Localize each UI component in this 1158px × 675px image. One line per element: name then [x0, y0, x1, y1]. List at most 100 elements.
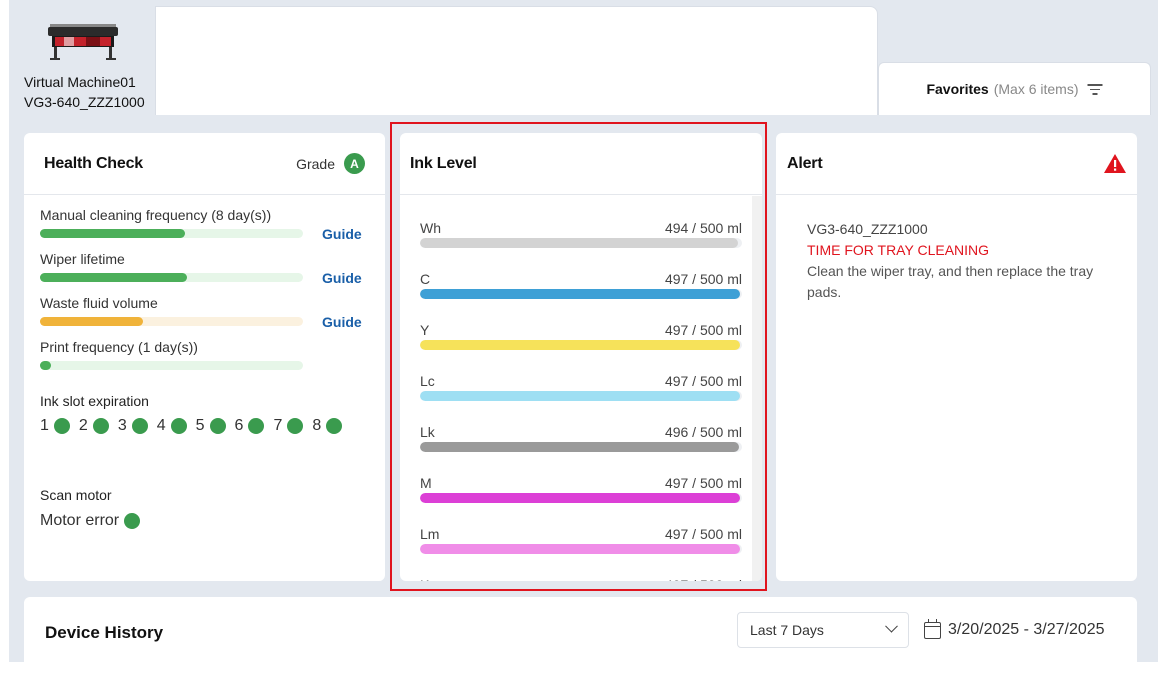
- grade: Grade A: [296, 153, 365, 174]
- health-check-title: Health Check: [44, 154, 143, 172]
- ink-name: M: [420, 475, 432, 491]
- top-panel: [155, 6, 878, 115]
- ink-bar-fill: [420, 289, 741, 299]
- health-metric: Waste fluid volume Guide: [40, 295, 385, 339]
- ink-bar-fill: [420, 391, 741, 401]
- printer-image: [48, 24, 118, 60]
- motor-status-dot: [124, 513, 141, 529]
- ink-list-scrollbar[interactable]: [752, 196, 762, 581]
- ink-slot-number: 8: [312, 417, 322, 434]
- health-metric-fill: [40, 361, 51, 370]
- calendar-icon: [924, 618, 941, 639]
- ink-slot-dot: [248, 418, 265, 434]
- ink-slot-dot: [326, 418, 343, 434]
- ink-name: Lc: [420, 373, 435, 389]
- health-check-header: Health Check Grade A: [24, 133, 385, 195]
- health-metric-label: Print frequency (1 day(s)): [40, 339, 198, 355]
- ink-bar-fill: [420, 493, 741, 503]
- ink-slot-number: 5: [195, 417, 205, 434]
- guide-link[interactable]: Guide: [322, 226, 362, 242]
- machine-tab[interactable]: Virtual Machine01 VG3-640_ZZZ1000: [9, 6, 155, 115]
- health-metric-track: [40, 273, 303, 282]
- ink-bar-track: [420, 544, 742, 554]
- guide-link[interactable]: Guide: [322, 270, 362, 286]
- ink-slot: 3: [118, 417, 148, 435]
- page-bottom: [0, 662, 1158, 675]
- warning-icon: [1104, 154, 1126, 173]
- guide-link[interactable]: Guide: [322, 314, 362, 330]
- date-range-picker[interactable]: 3/20/2025 - 3/27/2025: [924, 618, 1105, 639]
- ink-row: Lk 496 / 500 ml: [420, 418, 752, 469]
- filter-icon-line: [1089, 88, 1100, 91]
- ink-bar-track: [420, 340, 742, 350]
- health-metric-fill: [40, 229, 185, 238]
- health-metric-fill: [40, 317, 143, 326]
- health-metric-fill: [40, 273, 188, 282]
- ink-name: Y: [420, 322, 430, 338]
- scan-motor-section: Scan motor Motor error: [40, 487, 385, 530]
- health-check-body: Manual cleaning frequency (8 day(s)) Guid…: [24, 195, 385, 530]
- ink-slot-dot: [209, 418, 226, 434]
- motor-status: Motor error: [40, 512, 385, 530]
- ink-row: Lm 497 / 500 ml: [420, 520, 752, 571]
- health-metric-track: [40, 317, 303, 326]
- scan-motor-label: Scan motor: [40, 487, 112, 503]
- filter-icon-line: [1087, 84, 1103, 86]
- health-metric-label: Manual cleaning frequency (8 day(s)): [40, 207, 272, 223]
- machine-name-line2: VG3-640_ZZZ1000: [24, 94, 145, 110]
- ink-row: K 497 / 500 ml: [420, 571, 752, 581]
- alert-title: Alert: [787, 154, 823, 172]
- ink-level-card: Ink Level Wh 494 / 500 ml C 497 / 500 ml Y 49…: [400, 133, 762, 581]
- ink-slot-number: 1: [40, 417, 49, 434]
- ink-bar-fill: [420, 238, 739, 248]
- favorites-tab[interactable]: Favorites (Max 6 items): [878, 62, 1151, 115]
- health-metric: Manual cleaning frequency (8 day(s)) Guid…: [40, 207, 385, 251]
- device-history-title: Device History: [45, 623, 164, 642]
- ink-slot: 7: [273, 417, 304, 435]
- ink-slot: 4: [157, 417, 187, 435]
- ink-level-header: Ink Level: [400, 133, 762, 195]
- ink-slot-dot: [53, 418, 70, 434]
- ink-bar-fill: [420, 442, 740, 452]
- machine-name: Virtual Machine01 VG3-640_ZZZ1000: [24, 72, 145, 112]
- ink-value: 497 / 500 ml: [664, 373, 742, 389]
- alert-message: Clean the wiper tray, and then replace t…: [807, 263, 1094, 300]
- ink-bar-track: [420, 238, 742, 248]
- ink-name: Wh: [420, 220, 441, 236]
- ink-bar-fill: [420, 340, 741, 350]
- ink-slot: 8: [312, 417, 343, 435]
- ink-slot: 1: [40, 417, 70, 435]
- ink-slot-dot: [92, 418, 109, 434]
- ink-slot-list: 1 2 3 4 5 6 7 8: [40, 417, 385, 435]
- ink-slot-number: 2: [78, 417, 88, 434]
- ink-slot-number: 7: [273, 417, 283, 434]
- favorites-title: Favorites: [926, 81, 989, 97]
- ink-slot: 5: [196, 417, 226, 435]
- ink-name: Lm: [420, 526, 440, 542]
- ink-level-list[interactable]: Wh 494 / 500 ml C 497 / 500 ml Y 497 / 500 ml…: [400, 196, 762, 581]
- ink-value: 497 / 500 ml: [664, 526, 742, 542]
- ink-slot-label: Ink slot expiration: [40, 393, 149, 409]
- filter-icon-line: [1092, 93, 1098, 95]
- ink-value: 494 / 500 ml: [664, 220, 742, 236]
- ink-bar-track: [420, 391, 742, 401]
- ink-name: K: [420, 577, 429, 581]
- ink-level-title: Ink Level: [410, 154, 477, 172]
- ink-row: Y 497 / 500 ml: [420, 316, 752, 367]
- ink-slot-number: 6: [234, 417, 244, 434]
- health-metric: Print frequency (1 day(s)): [40, 339, 385, 383]
- health-metric: Wiper lifetime Guide: [40, 251, 385, 295]
- grade-label: Grade: [296, 155, 335, 172]
- ink-value: 497 / 500 ml: [664, 475, 742, 491]
- device-history-panel: Device History Last 7 Days 3/20/2025 - 3…: [24, 597, 1137, 662]
- date-range-text: 3/20/2025 - 3/27/2025: [948, 621, 1105, 638]
- range-select[interactable]: Last 7 Days: [737, 612, 909, 648]
- ink-bar-track: [420, 493, 742, 503]
- metrics-list: Manual cleaning frequency (8 day(s)) Guid…: [40, 207, 385, 383]
- filter-icon[interactable]: [1087, 83, 1103, 95]
- chevron-down-icon: [885, 619, 898, 633]
- ink-bar-track: [420, 289, 742, 299]
- ink-row: C 497 / 500 ml: [420, 265, 752, 316]
- ink-slot-dot: [287, 418, 304, 434]
- ink-row: M 497 / 500 ml: [420, 469, 752, 520]
